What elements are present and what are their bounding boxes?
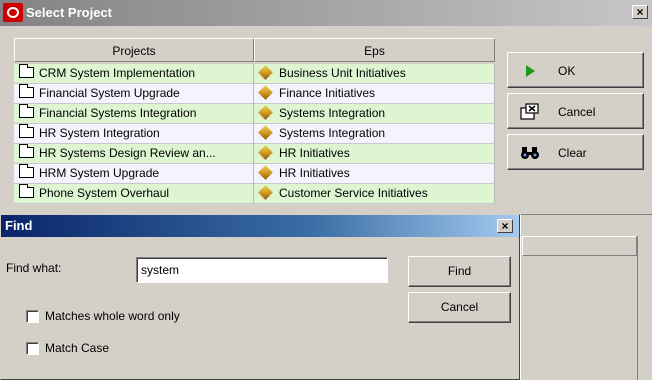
folder-icon [19, 164, 34, 178]
clear-button[interactable]: Clear [507, 134, 644, 170]
eps-name: Systems Integration [279, 106, 386, 120]
table-row[interactable]: Phone System Overhaul Customer Service I… [14, 184, 495, 204]
project-table: Projects Eps CRM System Implementation B… [14, 38, 495, 208]
eps-name: Systems Integration [279, 126, 386, 140]
eps-name: Finance Initiatives [279, 86, 376, 100]
eps-diamond-icon [258, 145, 273, 160]
find-close-button[interactable]: × [497, 219, 513, 233]
table-row[interactable]: Financial System Upgrade Finance Initiat… [14, 84, 495, 104]
eps-name: HR Initiatives [279, 146, 350, 160]
table-row[interactable]: HR Systems Design Review an... HR Initia… [14, 144, 495, 164]
lower-panel-column-header [522, 236, 637, 256]
folder-icon [19, 124, 34, 138]
table-row[interactable]: CRM System Implementation Business Unit … [14, 64, 495, 84]
matches-whole-word-label: Matches whole word only [45, 309, 180, 323]
eps-diamond-icon [258, 185, 273, 200]
find-titlebar: Find × [1, 215, 519, 237]
select-project-close-button[interactable]: × [632, 5, 648, 19]
find-title: Find [5, 218, 33, 233]
find-button[interactable]: Find [408, 256, 511, 287]
eps-diamond-icon [258, 65, 273, 80]
eps-diamond-icon [258, 125, 273, 140]
cancel-button-label: Cancel [558, 105, 596, 119]
project-name: Financial Systems Integration [39, 106, 197, 120]
find-what-input[interactable]: system [136, 257, 388, 283]
folder-icon [19, 64, 34, 78]
matches-whole-word-checkbox[interactable] [26, 310, 39, 323]
table-row[interactable]: HRM System Upgrade HR Initiatives [14, 164, 495, 184]
play-triangle-icon [526, 65, 535, 77]
ok-button[interactable]: OK [507, 52, 644, 88]
column-header-projects[interactable]: Projects [14, 38, 254, 62]
ok-button-label: OK [558, 64, 576, 78]
project-name: HR System Integration [39, 126, 160, 140]
folder-icon [19, 104, 34, 118]
cancel-button[interactable]: Cancel [507, 93, 644, 129]
match-case-label: Match Case [45, 341, 110, 355]
find-cancel-button[interactable]: Cancel [408, 292, 511, 323]
select-project-title: Select Project [26, 5, 112, 20]
eps-name: Customer Service Initiatives [279, 186, 428, 200]
lower-panel-scrollbar[interactable] [637, 236, 652, 380]
folder-icon [19, 184, 34, 198]
eps-name: Business Unit Initiatives [279, 66, 406, 80]
oracle-logo-icon [3, 3, 23, 22]
folder-icon [19, 84, 34, 98]
select-project-titlebar: Select Project × [0, 0, 652, 26]
eps-diamond-icon [258, 165, 273, 180]
table-row[interactable]: Financial Systems Integration Systems In… [14, 104, 495, 124]
project-name: CRM System Implementation [39, 66, 196, 80]
clear-button-label: Clear [558, 146, 587, 160]
column-header-eps[interactable]: Eps [254, 38, 495, 62]
eps-diamond-icon [258, 85, 273, 100]
project-name: HR Systems Design Review an... [39, 146, 216, 160]
project-name: Phone System Overhaul [39, 186, 170, 200]
find-what-label: Find what: [6, 261, 62, 275]
project-name: Financial System Upgrade [39, 86, 180, 100]
table-row[interactable]: HR System Integration Systems Integratio… [14, 124, 495, 144]
project-name: HRM System Upgrade [39, 166, 160, 180]
match-case-checkbox[interactable] [26, 342, 39, 355]
eps-diamond-icon [258, 105, 273, 120]
folder-icon [19, 144, 34, 158]
find-dialog: Find × Find what: system Find Cancel Mat… [0, 214, 520, 380]
close-window-icon [520, 103, 539, 120]
binoculars-icon [521, 147, 539, 159]
eps-name: HR Initiatives [279, 166, 350, 180]
